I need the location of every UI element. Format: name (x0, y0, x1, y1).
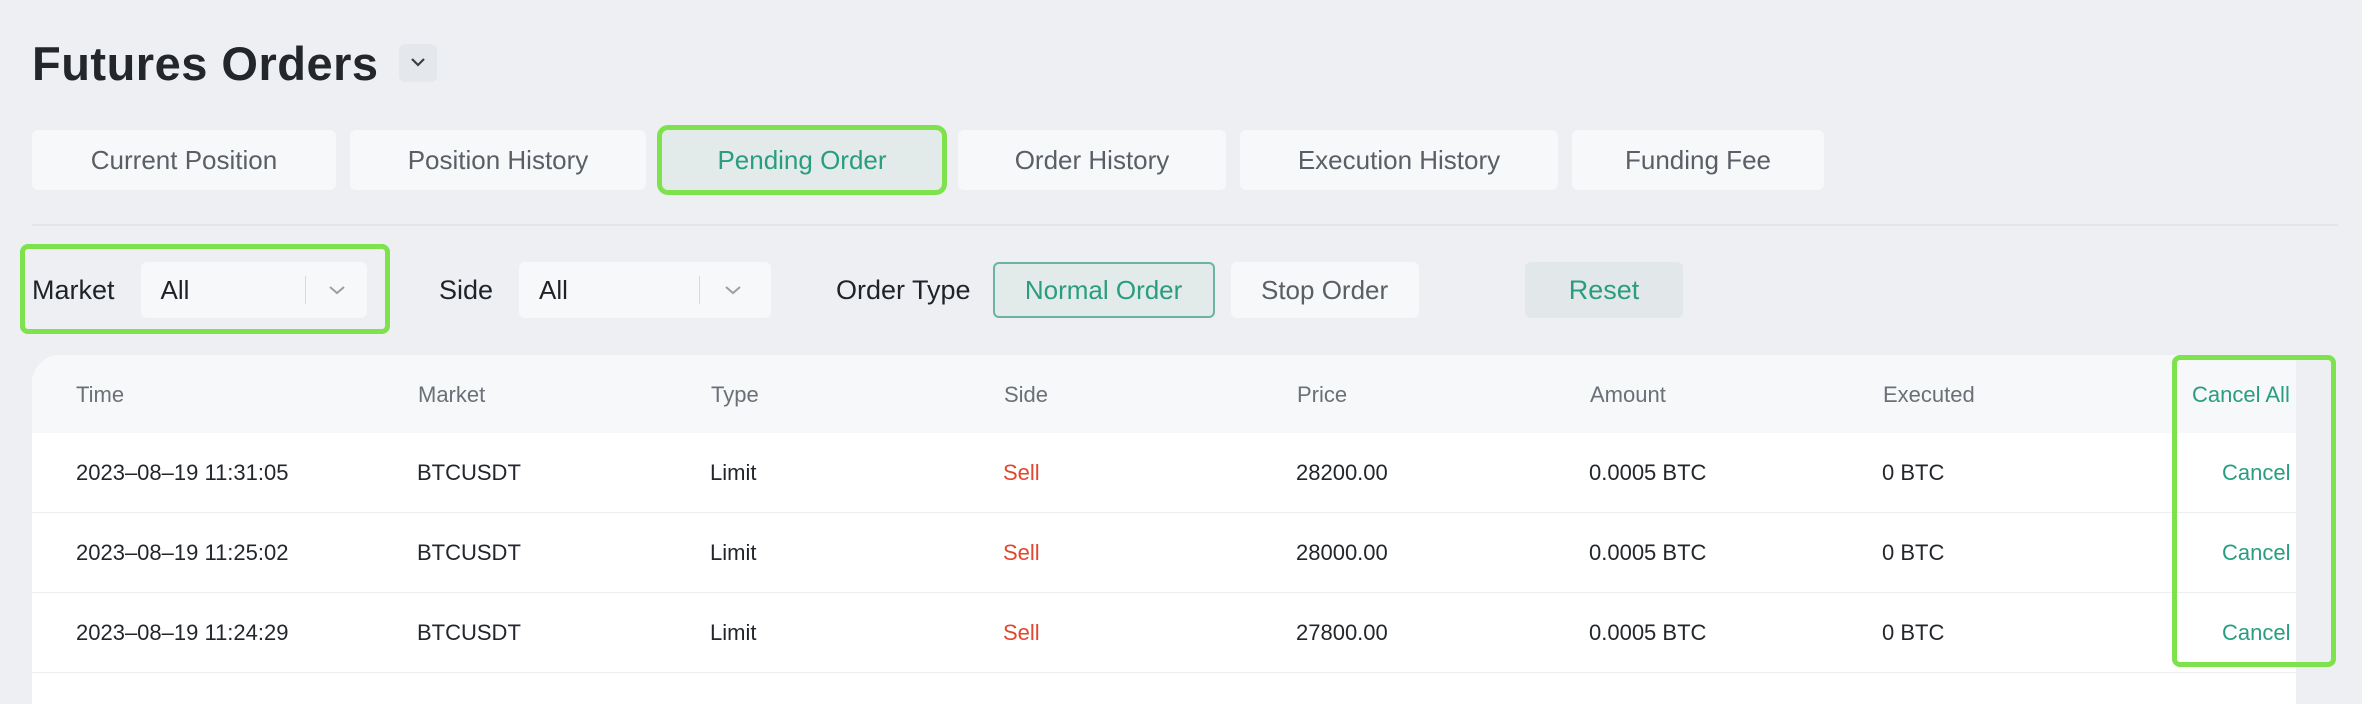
tab-execution-history[interactable]: Execution History (1240, 130, 1558, 190)
table-row: 2023–08–19 11:31:05 BTCUSDT Limit Sell 2… (32, 433, 2296, 513)
cell-price: 28200.00 (1296, 460, 1388, 485)
market-filter: Market All (32, 260, 367, 320)
cell-time: 2023–08–19 11:31:05 (76, 460, 289, 485)
column-side: Side (1004, 382, 1049, 407)
tab-label: Pending Order (717, 144, 887, 175)
column-executed: Executed (1883, 382, 1975, 407)
tab-label: Position History (407, 144, 589, 175)
cancel-column-highlight (2172, 355, 2336, 667)
stop-order-button[interactable]: Stop Order (1230, 262, 1419, 318)
tab-current-position[interactable]: Current Position (32, 130, 336, 190)
chevron-down-icon (721, 278, 745, 302)
cell-amount: 0.0005 BTC (1589, 460, 1707, 485)
table-row: 2023–08–19 11:25:02 BTCUSDT Limit Sell 2… (32, 513, 2296, 593)
order-type-filter: Order Type Normal Order Stop Order (836, 260, 1419, 320)
tab-position-history[interactable]: Position History (350, 130, 646, 190)
column-time: Time (76, 382, 125, 407)
page-header: Futures Orders (32, 34, 437, 92)
normal-order-label: Normal Order (1024, 274, 1183, 305)
select-separator (304, 276, 306, 304)
cell-side: Sell (1003, 460, 1040, 485)
cell-amount: 0.0005 BTC (1589, 540, 1707, 565)
cell-price: 27800.00 (1296, 620, 1388, 645)
cell-market: BTCUSDT (417, 460, 521, 485)
cell-type: Limit (710, 540, 757, 565)
cell-type: Limit (710, 620, 757, 645)
order-tabs: Current Position Position History Pendin… (32, 125, 1838, 195)
order-type-label: Order Type (836, 274, 971, 305)
cell-amount: 0.0005 BTC (1589, 620, 1707, 645)
table-row: 2023–08–19 11:24:29 BTCUSDT Limit Sell 2… (32, 593, 2296, 673)
reset-label: Reset (1568, 274, 1640, 305)
tab-pending-order[interactable]: Pending Order (657, 125, 947, 195)
tab-label: Execution History (1297, 144, 1501, 175)
cell-time: 2023–08–19 11:25:02 (76, 540, 289, 565)
tab-funding-fee[interactable]: Funding Fee (1572, 130, 1824, 190)
column-amount: Amount (1590, 382, 1666, 407)
orders-table: Time Market Type Side Price Amount Execu… (32, 355, 2296, 704)
cell-price: 28000.00 (1296, 540, 1388, 565)
side-select-value: All (539, 274, 568, 305)
chevron-down-icon (325, 278, 349, 302)
cell-time: 2023–08–19 11:24:29 (76, 620, 289, 645)
cell-executed: 0 BTC (1882, 620, 1945, 645)
column-price: Price (1297, 382, 1348, 407)
cell-market: BTCUSDT (417, 620, 521, 645)
tab-order-history[interactable]: Order History (958, 130, 1226, 190)
column-market: Market (418, 382, 486, 407)
cell-side: Sell (1003, 620, 1040, 645)
cell-side: Sell (1003, 540, 1040, 565)
side-select[interactable]: All (519, 262, 772, 318)
reset-button[interactable]: Reset (1525, 262, 1683, 318)
side-label: Side (439, 274, 494, 305)
page-title: Futures Orders (32, 36, 379, 90)
market-select[interactable]: All (140, 262, 367, 318)
chevron-down-icon (410, 54, 426, 72)
table-header: Time Market Type Side Price Amount Execu… (32, 355, 2296, 433)
stop-order-label: Stop Order (1260, 274, 1389, 305)
cell-type: Limit (710, 460, 757, 485)
tab-label: Funding Fee (1625, 144, 1771, 175)
divider (32, 224, 2338, 226)
normal-order-button[interactable]: Normal Order (992, 262, 1215, 318)
tab-label: Current Position (90, 144, 278, 175)
cell-executed: 0 BTC (1882, 540, 1945, 565)
market-select-value: All (160, 274, 190, 305)
select-separator (699, 276, 701, 304)
tab-label: Order History (1014, 144, 1170, 175)
market-label: Market (32, 274, 115, 305)
side-filter: Side All (439, 260, 772, 320)
cell-market: BTCUSDT (417, 540, 521, 565)
title-dropdown-button[interactable] (398, 44, 437, 82)
cell-executed: 0 BTC (1882, 460, 1945, 485)
column-type: Type (711, 382, 759, 407)
